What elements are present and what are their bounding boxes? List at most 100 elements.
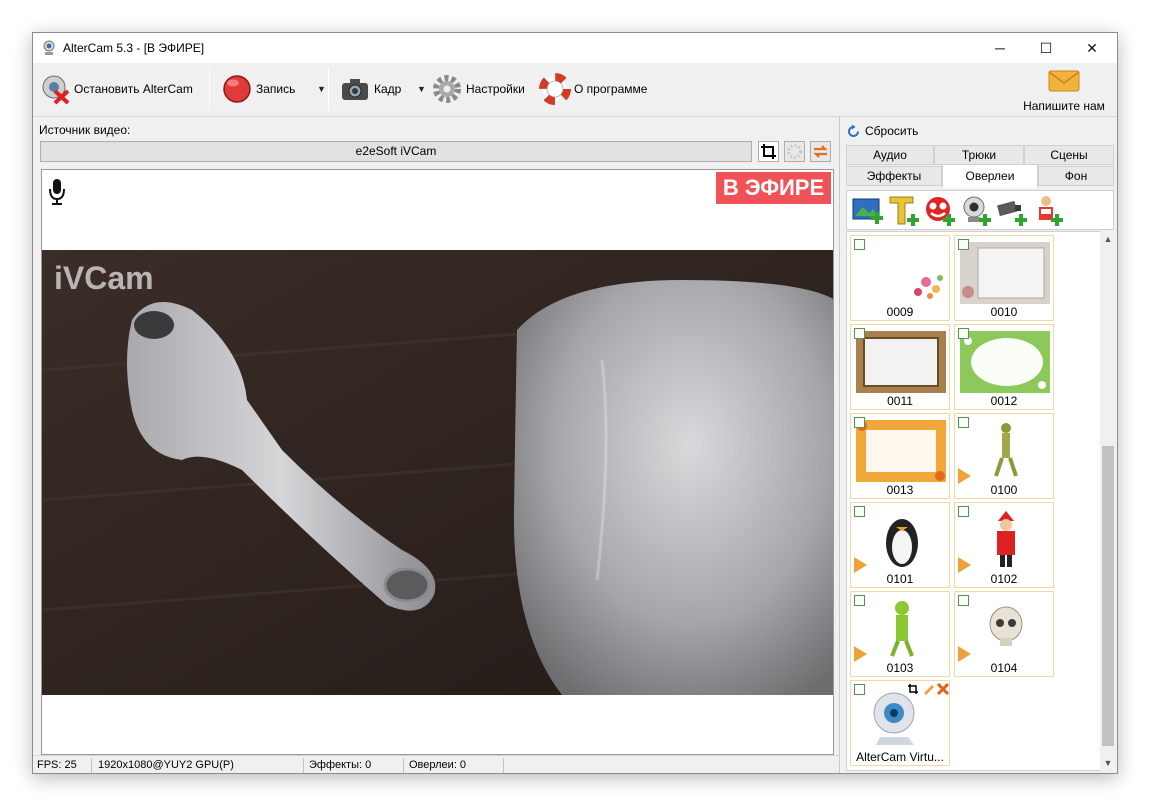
overlay-checkbox[interactable]: [854, 506, 865, 517]
overlay-checkbox[interactable]: [958, 595, 969, 606]
scroll-down-arrow[interactable]: ▼: [1100, 755, 1116, 771]
overlay-tile[interactable]: 0009: [850, 235, 950, 321]
switch-source-button[interactable]: [810, 141, 831, 162]
stop-altercam-button[interactable]: Остановить AlterCam: [39, 69, 193, 109]
overlay-tile[interactable]: 0101: [850, 502, 950, 588]
overlays-count: Оверлеи: 0: [409, 759, 467, 771]
tab-audio[interactable]: Аудио: [846, 145, 934, 165]
status-divider: [91, 758, 92, 773]
record-label: Запись: [256, 82, 296, 96]
overlay-tile[interactable]: 0011: [850, 324, 950, 410]
frog-character-thumbnail: [994, 423, 1018, 477]
status-divider: [303, 758, 304, 773]
overlay-checkbox[interactable]: [854, 684, 865, 695]
overlay-tile[interactable]: 0013: [850, 413, 950, 499]
video-preview[interactable]: В ЭФИРЕ iVCam: [41, 169, 834, 755]
ivcam-watermark: iVCam: [54, 260, 154, 296]
overlay-tile[interactable]: 0010: [954, 235, 1054, 321]
effects-count: Эффекты: 0: [309, 759, 372, 771]
overlay-checkbox[interactable]: [854, 239, 865, 250]
settings-label: Настройки: [466, 82, 525, 96]
record-icon: [223, 75, 251, 103]
overlay-label: 0012: [990, 394, 1018, 408]
add-camera-icon[interactable]: [995, 194, 1029, 228]
frame-button[interactable]: Кадр: [339, 69, 401, 109]
preview-area: Источник видео: e2eSoft iVCam В ЭФИРЕ iV…: [33, 119, 839, 757]
add-figure-icon[interactable]: [1031, 194, 1065, 228]
overlay-label: 0013: [886, 483, 914, 497]
about-button[interactable]: О программе: [539, 69, 647, 109]
overlay-label: 0011: [887, 394, 913, 408]
app-window: AlterCam 5.3 - [В ЭФИРЕ] ─ ☐ ✕ Остановит…: [32, 32, 1118, 774]
tab-overlays[interactable]: Оверлеи: [942, 164, 1038, 188]
overlay-checkbox[interactable]: [958, 328, 969, 339]
webcam-app-icon: [43, 40, 55, 55]
crop-button[interactable]: [758, 141, 779, 162]
green-floral-frame-thumbnail: [960, 331, 1050, 393]
overlay-checkbox[interactable]: [958, 417, 969, 428]
overlay-tile[interactable]: 0012: [954, 324, 1054, 410]
reset-button[interactable]: Сбросить: [846, 123, 918, 139]
toolbar-divider: [209, 67, 210, 111]
window-title: AlterCam 5.3 - [В ЭФИРЕ]: [63, 41, 205, 55]
settings-disabled-icon: [787, 144, 802, 159]
add-image-icon[interactable]: [851, 194, 885, 228]
flowers-corner-thumbnail: [914, 275, 943, 299]
tab-tricks[interactable]: Трюки: [934, 145, 1024, 165]
animated-play-icon: [854, 557, 867, 573]
gear-icon: [433, 75, 461, 103]
frame-dropdown-arrow[interactable]: ▼: [417, 69, 426, 109]
settings-button[interactable]: Настройки: [431, 69, 525, 109]
overlay-label: 0009: [886, 305, 914, 319]
maximize-button[interactable]: ☐: [1023, 33, 1069, 63]
autumn-leaves-frame-thumbnail: [856, 420, 946, 482]
overlay-tile[interactable]: 0102: [954, 502, 1054, 588]
source-settings-button[interactable]: [784, 141, 805, 162]
overlay-checkbox[interactable]: [854, 417, 865, 428]
status-divider: [403, 758, 404, 773]
record-dropdown-arrow[interactable]: ▼: [317, 69, 326, 109]
overlay-checkbox[interactable]: [958, 239, 969, 250]
write-us-label: Напишите нам: [1023, 99, 1105, 113]
on-air-badge: В ЭФИРЕ: [716, 172, 831, 204]
add-text-icon[interactable]: [887, 194, 921, 228]
tab-scenes[interactable]: Сцены: [1024, 145, 1114, 165]
tab-background[interactable]: Фон: [1038, 166, 1114, 186]
video-source-select[interactable]: e2eSoft iVCam: [40, 141, 752, 162]
animated-play-icon: [958, 468, 971, 484]
title-bar: AlterCam 5.3 - [В ЭФИРЕ] ─ ☐ ✕: [33, 33, 1117, 63]
overlay-label: 0103: [886, 661, 914, 675]
pencil-icon: [924, 685, 934, 695]
frame-label: Кадр: [374, 82, 402, 96]
camera-icon: [342, 79, 368, 100]
wooden-frame-thumbnail: [856, 331, 946, 393]
resolution-readout: 1920x1080@YUY2 GPU(P): [98, 759, 234, 771]
tab-effects[interactable]: Эффекты: [846, 166, 942, 186]
status-divider: [503, 758, 504, 773]
add-mask-icon[interactable]: [923, 194, 957, 228]
scroll-up-arrow[interactable]: ▲: [1100, 231, 1116, 247]
animated-play-icon: [854, 646, 867, 662]
overlay-tile[interactable]: 0104: [954, 591, 1054, 677]
overlay-tile[interactable]: AlterCam Virtu...: [850, 680, 950, 766]
overlay-checkbox[interactable]: [958, 506, 969, 517]
about-label: О программе: [574, 82, 648, 96]
overlay-checkbox[interactable]: [854, 328, 865, 339]
overlay-checkbox[interactable]: [854, 595, 865, 606]
microphone-icon[interactable]: [48, 178, 66, 206]
close-button[interactable]: ✕: [1069, 33, 1115, 63]
write-us-button[interactable]: Напишите нам: [1019, 69, 1109, 115]
overlay-tile[interactable]: 0100: [954, 413, 1054, 499]
add-webcam-icon[interactable]: [959, 194, 993, 228]
reset-label: Сбросить: [865, 124, 919, 138]
gallery-scrollbar[interactable]: ▲ ▼: [1100, 231, 1116, 771]
overlay-label: 0102: [990, 572, 1018, 586]
swap-arrows-icon: [813, 145, 828, 158]
overlay-gallery: 0009 0010 0011 0012 0013 0100 0101 0102 …: [846, 231, 1116, 771]
crop-icon: [908, 684, 918, 694]
overlay-label: 0101: [886, 572, 914, 586]
record-button[interactable]: Запись: [221, 69, 295, 109]
scroll-thumb[interactable]: [1102, 446, 1114, 746]
overlay-tile[interactable]: 0103: [850, 591, 950, 677]
minimize-button[interactable]: ─: [977, 33, 1023, 63]
